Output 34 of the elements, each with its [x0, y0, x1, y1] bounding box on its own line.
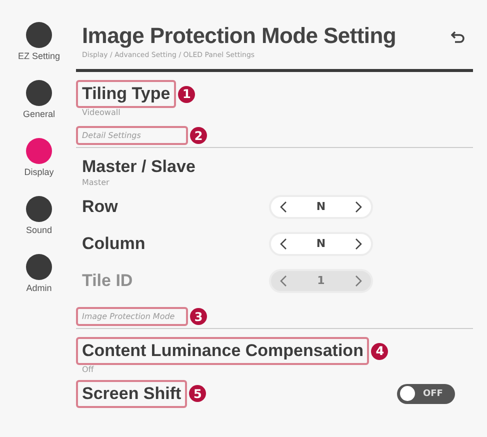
setting-value: Off	[82, 365, 95, 375]
stepper-value: 1	[317, 274, 325, 287]
back-icon[interactable]	[451, 30, 465, 44]
callout-number: 5	[189, 385, 206, 402]
menu-icon[interactable]	[26, 196, 52, 222]
stepper-value: N	[316, 200, 326, 213]
menu-label[interactable]: Admin	[26, 283, 52, 293]
section-heading: Image Protection Mode	[76, 307, 188, 326]
page-title: Image Protection Mode Setting	[82, 22, 396, 49]
toggle-switch[interactable]: OFF	[397, 384, 455, 404]
setting-label[interactable]: Master / Slave	[82, 156, 196, 178]
setting-label[interactable]: Tiling Type	[76, 80, 176, 108]
setting-label[interactable]: Content Luminance Compensation	[76, 337, 370, 365]
menu-label[interactable]: Sound	[26, 225, 52, 235]
callout-number: 4	[371, 342, 388, 360]
setting-label[interactable]: Screen Shift	[76, 380, 188, 408]
menu-icon[interactable]	[26, 80, 52, 106]
menu-icon[interactable]	[26, 22, 52, 48]
setting-label[interactable]: Column	[82, 232, 146, 254]
stepper-control[interactable]: N	[269, 194, 373, 218]
callout-number: 2	[190, 127, 207, 144]
stepper-control[interactable]: N	[269, 232, 373, 256]
setting-value: Master	[82, 178, 110, 188]
menu-label[interactable]: Display	[24, 167, 54, 177]
stepper-value: N	[316, 237, 326, 250]
setting-label: Tile ID	[82, 270, 133, 292]
menu-icon[interactable]	[26, 254, 52, 280]
callout-number: 1	[178, 86, 196, 102]
menu-label[interactable]: General	[22, 109, 56, 119]
section-heading: Detail Settings	[76, 126, 188, 145]
setting-label[interactable]: Row	[82, 196, 118, 218]
setting-value: Videowall	[82, 108, 122, 118]
menu-label[interactable]: EZ Setting	[18, 51, 60, 61]
callout-number: 3	[190, 308, 207, 325]
